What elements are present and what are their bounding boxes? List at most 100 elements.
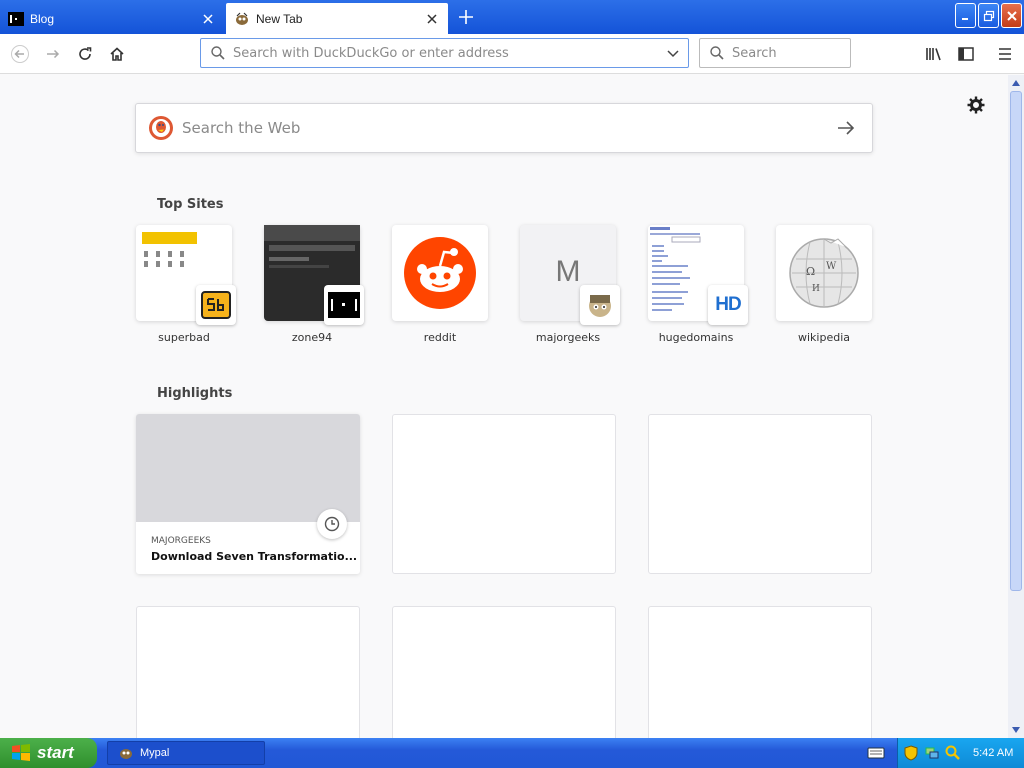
mypal-favicon-icon <box>234 11 250 27</box>
site-label: reddit <box>423 331 457 344</box>
site-thumbnail: Ω W И <box>776 225 872 321</box>
zone94-logo-icon <box>324 285 364 325</box>
highlight-placeholder <box>136 606 360 738</box>
minimize-button[interactable] <box>955 3 976 28</box>
site-label: majorgeeks <box>535 331 601 344</box>
clock: 5:42 AM <box>973 747 1014 759</box>
svg-text:Ω: Ω <box>806 265 815 278</box>
top-site-superbad[interactable]: superbad <box>136 225 236 344</box>
plus-icon <box>459 10 473 24</box>
arrow-left-icon <box>11 45 29 63</box>
arrow-right-icon <box>47 49 60 59</box>
highlight-placeholder <box>648 606 872 738</box>
duckduckgo-logo-icon <box>149 116 173 140</box>
windows-flag-icon <box>12 744 30 761</box>
new-tab-button[interactable] <box>455 6 477 28</box>
system-tray: 5:42 AM <box>897 738 1024 768</box>
security-shield-icon[interactable] <box>903 745 919 761</box>
highlights-heading: Highlights <box>157 386 233 401</box>
chevron-down-icon[interactable] <box>666 46 680 60</box>
hamburger-menu-icon <box>999 48 1011 60</box>
taskbar-item-label: Mypal <box>140 747 170 759</box>
back-button[interactable] <box>6 40 34 68</box>
close-icon <box>1006 10 1017 21</box>
taskbar-item-mypal[interactable]: Mypal <box>107 741 265 765</box>
screen: Blog New Tab Search with DuckDuckGo or e… <box>0 0 1024 768</box>
site-thumbnail <box>264 225 364 325</box>
start-label: start <box>37 743 74 762</box>
library-icon <box>926 48 941 61</box>
svg-text:W: W <box>826 261 837 272</box>
close-icon[interactable] <box>200 11 216 27</box>
search-bar[interactable] <box>699 38 902 68</box>
arrow-right-icon[interactable] <box>834 116 858 140</box>
site-letter: M <box>555 255 581 288</box>
svg-text:И: И <box>812 284 820 294</box>
highlight-placeholder <box>392 414 616 574</box>
majorgeeks-logo-icon <box>580 285 620 325</box>
site-thumbnail: M <box>520 225 620 325</box>
navigation-toolbar <box>0 34 1024 74</box>
top-sites-heading: Top Sites <box>157 197 224 212</box>
hugedomains-logo-icon: HD <box>708 285 748 325</box>
restore-icon <box>983 10 994 21</box>
tab-new-tab[interactable]: New Tab <box>226 3 448 34</box>
highlight-card[interactable]: MAJORGEEKS Download Seven Transformatio.… <box>136 414 360 574</box>
search-icon <box>211 46 225 60</box>
vertical-scrollbar[interactable] <box>1008 75 1024 738</box>
forward-button[interactable] <box>39 40 67 68</box>
minimize-icon <box>961 17 968 20</box>
top-site-zone94[interactable]: zone94 <box>264 225 364 344</box>
site-label: wikipedia <box>797 331 850 344</box>
start-button[interactable]: start <box>0 738 97 768</box>
highlight-title: Download Seven Transformatio... <box>151 550 358 563</box>
site-thumbnail <box>392 225 488 321</box>
site-thumbnail: HD <box>648 225 748 325</box>
tab-bar: Blog New Tab <box>0 0 1024 34</box>
scroll-up-icon[interactable] <box>1008 75 1024 91</box>
home-button[interactable] <box>103 40 131 68</box>
new-tab-page: Search the Web Top Sites superbad zone94… <box>0 75 1008 738</box>
highlight-placeholder <box>648 414 872 574</box>
menu-button[interactable] <box>991 40 1019 68</box>
top-site-wikipedia[interactable]: Ω W И wikipedia <box>776 225 872 344</box>
top-site-reddit[interactable]: reddit <box>392 225 488 344</box>
scroll-thumb[interactable] <box>1010 91 1022 591</box>
search-icon <box>710 46 724 60</box>
settings-button[interactable] <box>965 94 987 116</box>
reddit-logo-icon <box>404 237 476 309</box>
highlight-preview <box>136 414 360 522</box>
library-button[interactable] <box>920 40 948 68</box>
site-label: superbad <box>158 331 210 344</box>
address-input[interactable] <box>233 45 658 61</box>
reload-button[interactable] <box>71 40 99 68</box>
sidebar-icon <box>958 47 974 61</box>
gear-icon <box>967 96 985 114</box>
site-thumbnail <box>136 225 236 325</box>
highlight-placeholder <box>392 606 616 738</box>
address-bar[interactable] <box>200 38 689 68</box>
mypal-app-icon <box>120 749 132 759</box>
sidebar-button[interactable] <box>952 40 980 68</box>
top-site-hugedomains[interactable]: HD hugedomains <box>648 225 748 344</box>
web-search-placeholder: Search the Web <box>182 119 301 137</box>
close-icon[interactable] <box>424 11 440 27</box>
search-icon[interactable] <box>945 745 961 761</box>
web-search-box[interactable]: Search the Web <box>135 103 873 153</box>
window-close-button[interactable] <box>1001 3 1022 28</box>
reload-icon <box>79 47 92 60</box>
tab-blog[interactable]: Blog <box>0 3 224 34</box>
home-icon <box>110 47 124 61</box>
hugedomains-badge-text: HD <box>715 294 741 315</box>
restore-button[interactable] <box>978 3 999 28</box>
site-label: hugedomains <box>658 331 734 344</box>
blog-favicon-icon <box>8 11 24 27</box>
top-site-majorgeeks[interactable]: M majorgeeks <box>520 225 620 344</box>
network-icon[interactable] <box>924 745 940 761</box>
site-label: zone94 <box>291 331 333 344</box>
scroll-down-icon[interactable] <box>1008 722 1024 738</box>
search-input[interactable] <box>732 45 902 61</box>
tab-title: Blog <box>30 11 55 26</box>
wikipedia-globe-icon: Ω W И <box>789 238 859 308</box>
keyboard-icon[interactable] <box>867 745 885 761</box>
